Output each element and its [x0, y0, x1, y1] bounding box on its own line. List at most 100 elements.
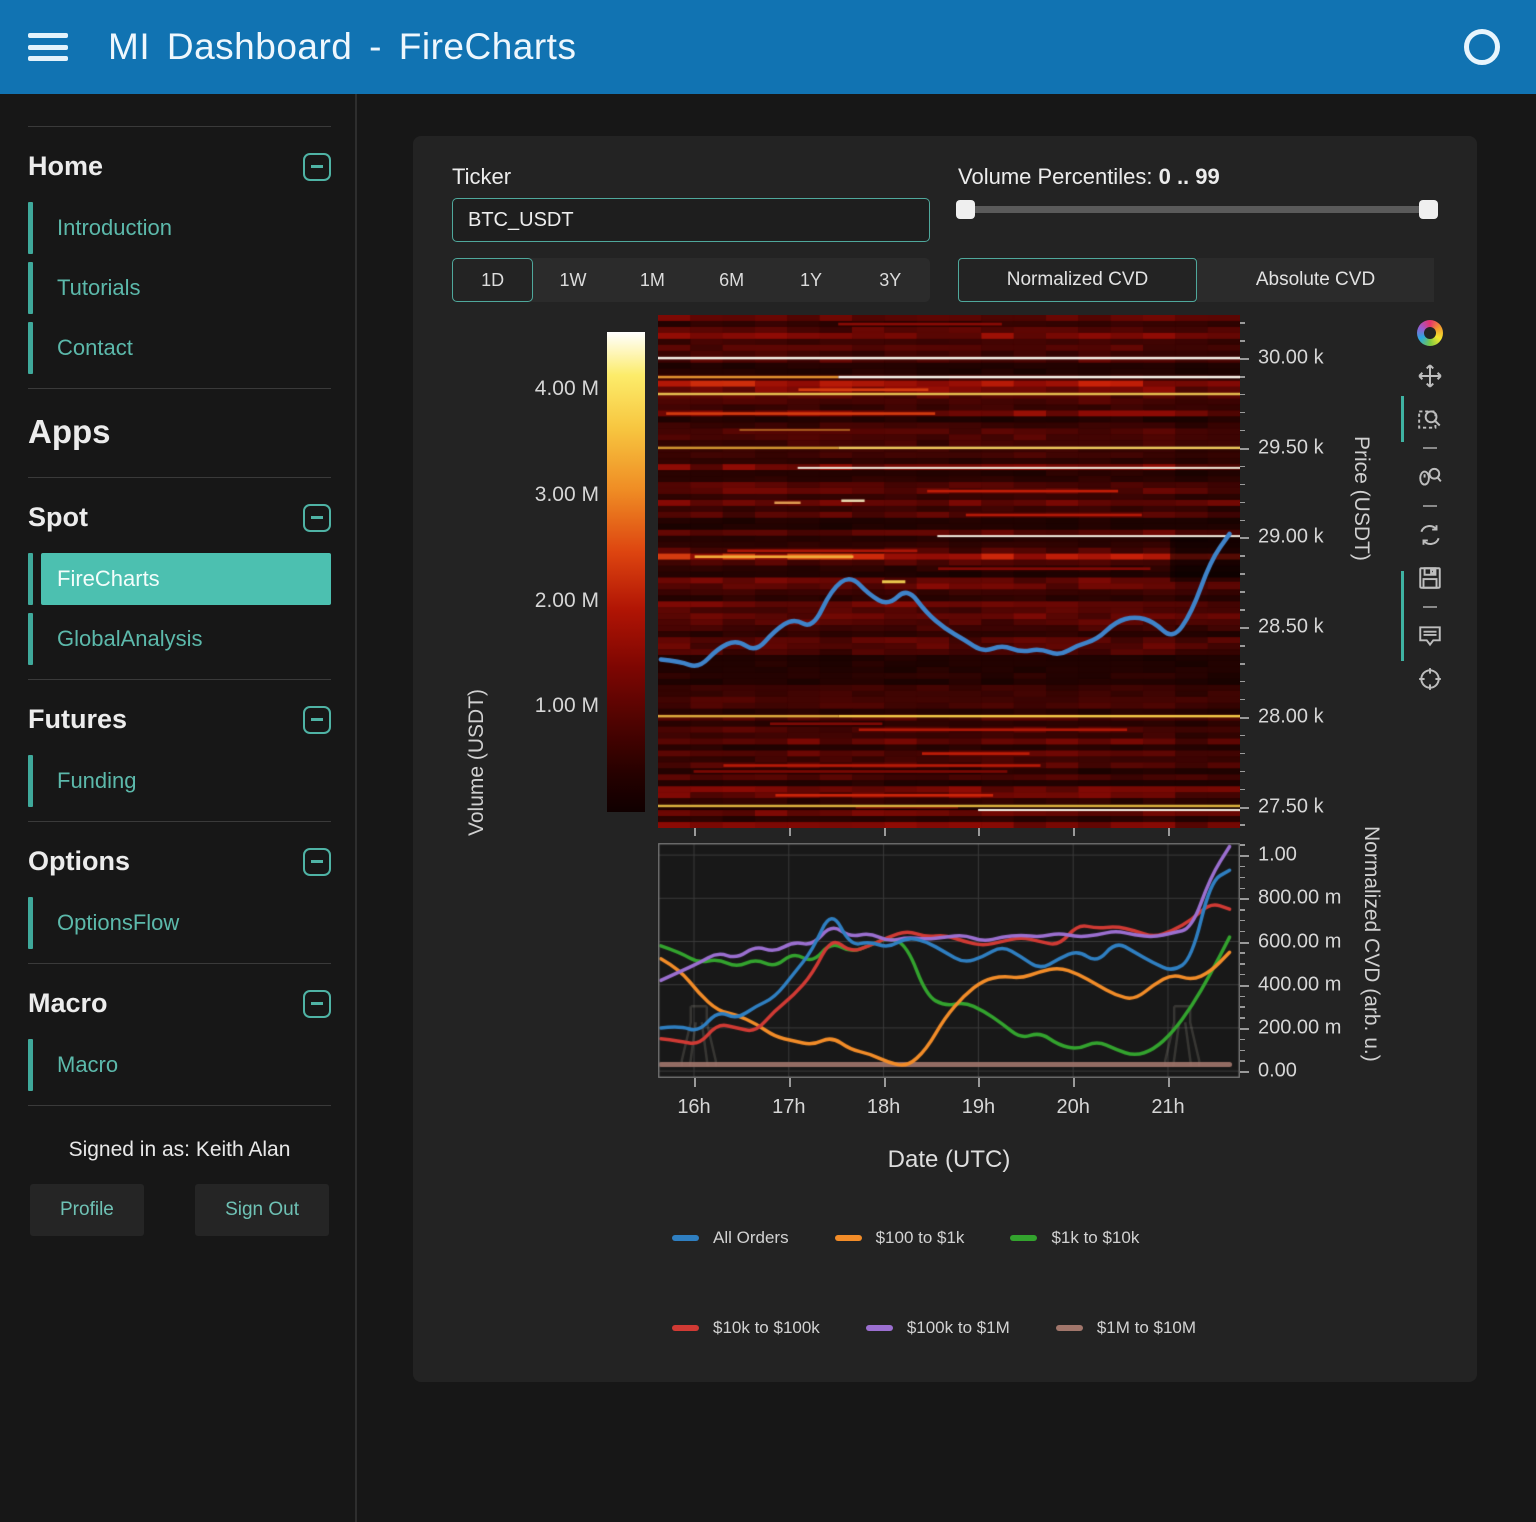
sign-out-button[interactable]: Sign Out — [195, 1184, 329, 1236]
item-accent-bar — [28, 322, 33, 374]
pan-icon[interactable] — [1415, 361, 1445, 391]
cvd-tick-label: 1.00 — [1258, 844, 1297, 867]
ticker-value: BTC_USDT — [468, 209, 574, 232]
legend-item: $10k to $100k — [672, 1318, 820, 1338]
hover-icon[interactable] — [1415, 621, 1445, 651]
slider-handle-high[interactable] — [1419, 200, 1438, 219]
box-zoom-icon[interactable] — [1415, 404, 1445, 434]
sidebar-section-home: Home — [28, 141, 331, 194]
range-button-1w[interactable]: 1W — [533, 258, 612, 302]
ticker-label: Ticker — [452, 164, 511, 190]
sidebar-section-futures: Futures — [28, 694, 331, 747]
x-tick-label: 21h — [1151, 1096, 1184, 1119]
price-tick — [1240, 735, 1245, 737]
range-selector: 1D1W1M6M1Y3Y — [452, 258, 930, 302]
cvd-tick — [1240, 931, 1245, 933]
legend-swatch — [1056, 1325, 1083, 1331]
sidebar-item-contact[interactable]: Contact — [28, 322, 331, 374]
sidebar-item-optionsflow[interactable]: OptionsFlow — [28, 897, 331, 949]
price-tick — [1240, 412, 1245, 414]
legend-label: $1M to $10M — [1097, 1318, 1196, 1338]
ticker-input[interactable]: BTC_USDT — [452, 198, 930, 242]
toolbar-separator — [1423, 447, 1437, 449]
cvd-plot[interactable] — [658, 843, 1240, 1078]
legend-label: $1k to $10k — [1051, 1228, 1139, 1248]
price-tick — [1240, 520, 1245, 522]
hamburger-menu-icon[interactable] — [28, 33, 68, 61]
sidebar-item-macro[interactable]: Macro — [28, 1039, 331, 1091]
volume-percentile-slider[interactable] — [958, 206, 1436, 213]
active-tool-bar — [1401, 571, 1404, 661]
price-tick — [1240, 591, 1245, 593]
sidebar-item-introduction[interactable]: Introduction — [28, 202, 331, 254]
cvd-tick — [1240, 942, 1249, 944]
cvd-mode-absolute-cvd[interactable]: Absolute CVD — [1197, 258, 1434, 302]
x-tick-labels: 16h17h18h19h20h21h — [658, 1096, 1240, 1124]
collapse-icon[interactable] — [303, 153, 331, 181]
heatmap-plot[interactable] — [658, 315, 1240, 828]
collapse-icon[interactable] — [303, 848, 331, 876]
x-axis-title: Date (UTC) — [658, 1146, 1240, 1174]
wheel-zoom-icon[interactable] — [1415, 462, 1445, 492]
cvd-tick — [1240, 920, 1245, 922]
sidebar-divider — [28, 679, 331, 680]
price-tick — [1240, 448, 1249, 450]
sidebar-item-funding[interactable]: Funding — [28, 755, 331, 807]
toolbar-separator — [1423, 606, 1437, 608]
price-tick-label: 27.50 k — [1258, 795, 1324, 818]
colorbar-tick-label: 4.00 M — [535, 377, 599, 401]
range-button-1d[interactable]: 1D — [452, 258, 533, 302]
save-icon[interactable] — [1415, 563, 1445, 593]
cvd-tick — [1240, 1071, 1249, 1073]
price-tick — [1240, 537, 1249, 539]
slider-handle-low[interactable] — [956, 200, 975, 219]
toolbar-separator — [1423, 505, 1437, 507]
heatmap-x-tick — [978, 828, 980, 836]
price-tick — [1240, 789, 1245, 791]
colorbar-tick-label: 3.00 M — [535, 483, 599, 507]
colorbar-axis-label: Volume (USDT) — [465, 596, 489, 836]
legend-row-2: $10k to $100k$100k to $1M$1M to $10M — [672, 1318, 1196, 1338]
crosshair-icon[interactable] — [1415, 664, 1445, 694]
collapse-icon[interactable] — [303, 706, 331, 734]
range-button-1m[interactable]: 1M — [613, 258, 692, 302]
sidebar-item-tutorials[interactable]: Tutorials — [28, 262, 331, 314]
range-button-3y[interactable]: 3Y — [851, 258, 930, 302]
heatmap-x-tick — [694, 828, 696, 836]
cvd-tick — [1240, 898, 1249, 900]
bokeh-logo-icon[interactable] — [1415, 318, 1445, 348]
price-tick — [1240, 627, 1249, 629]
app-title: MI Dashboard - FireCharts — [108, 26, 576, 68]
price-tick-label: 29.00 k — [1258, 526, 1324, 549]
heatmap-x-tick — [884, 828, 886, 836]
range-button-6m[interactable]: 6M — [692, 258, 771, 302]
price-tick — [1240, 322, 1245, 324]
cvd-axis: 1.00800.00 m600.00 m400.00 m200.00 m0.00 — [1240, 843, 1370, 1078]
sidebar-item-label: Introduction — [41, 202, 331, 254]
collapse-icon[interactable] — [303, 990, 331, 1018]
circle-indicator-icon — [1464, 29, 1500, 65]
cvd-x-tick — [694, 1078, 696, 1087]
reset-icon[interactable] — [1415, 520, 1445, 550]
sidebar-item-label: GlobalAnalysis — [41, 613, 331, 665]
range-button-1y[interactable]: 1Y — [771, 258, 850, 302]
cvd-tick — [1240, 844, 1245, 846]
cvd-tick — [1240, 877, 1245, 879]
cvd-tick-label: 400.00 m — [1258, 973, 1341, 996]
account-buttons: Profile Sign Out — [28, 1184, 331, 1236]
sidebar-section-title: Futures — [28, 704, 127, 735]
cvd-tick — [1240, 1050, 1245, 1052]
heatmap-x-ticks — [658, 828, 1240, 838]
cvd-tick — [1240, 1017, 1245, 1019]
cvd-tick-label: 600.00 m — [1258, 930, 1341, 953]
sidebar-item-firecharts[interactable]: FireCharts — [28, 553, 331, 605]
collapse-icon[interactable] — [303, 504, 331, 532]
sidebar-item-globalanalysis[interactable]: GlobalAnalysis — [28, 613, 331, 665]
price-tick-label: 30.00 k — [1258, 347, 1324, 370]
price-tick — [1240, 430, 1245, 432]
sidebar-item-label: Macro — [41, 1039, 331, 1091]
item-accent-bar — [28, 755, 33, 807]
cvd-mode-normalized-cvd[interactable]: Normalized CVD — [958, 258, 1197, 302]
sidebar-section-title: Macro — [28, 988, 108, 1019]
profile-button[interactable]: Profile — [30, 1184, 144, 1236]
